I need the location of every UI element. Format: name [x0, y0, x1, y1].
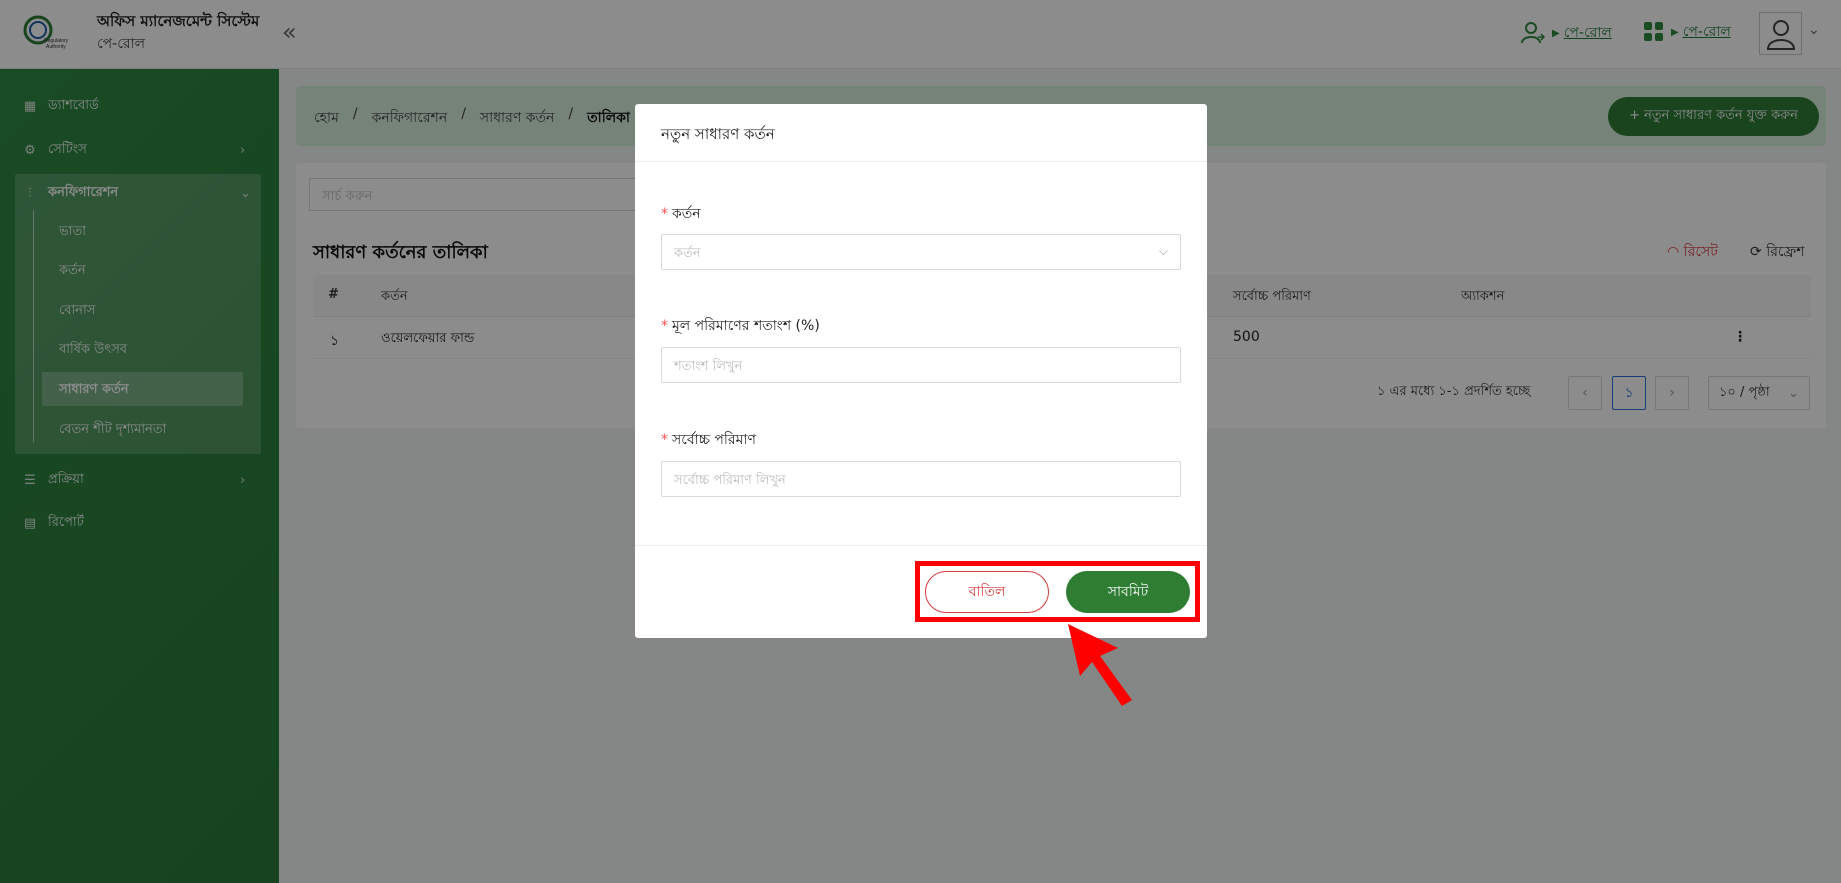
new-deduction-modal: নতুন সাধারণ কর্তন * কর্তন কর্তন ⌵ * মূল পর… [635, 104, 1207, 638]
max-amount-label-text: সর্বোচ্চ পরিমাণ [672, 432, 756, 448]
deduction-select-placeholder: কর্তন [674, 246, 701, 261]
deduction-select[interactable]: কর্তন ⌵ [661, 234, 1181, 270]
percentage-input[interactable]: শতাংশ লিখুন [661, 347, 1181, 383]
required-marker: * [661, 206, 668, 222]
max-amount-input[interactable]: সর্বোচ্চ পরিমাণ লিখুন [661, 461, 1181, 497]
modal-header-divider [635, 161, 1207, 162]
modal-title: নতুন সাধারণ কর্তন [661, 125, 775, 143]
required-marker: * [661, 432, 668, 448]
chevron-down-icon: ⌵ [1158, 244, 1168, 258]
max-amount-field-label: * সর্বোচ্চ পরিমাণ [661, 428, 756, 452]
annotation-arrow-icon [1068, 624, 1132, 706]
deduction-label-text: কর্তন [672, 206, 701, 222]
annotation-highlight-box [915, 561, 1200, 622]
modal-footer-divider [635, 545, 1207, 546]
deduction-field-label: * কর্তন [661, 202, 701, 226]
required-marker: * [661, 318, 668, 334]
percentage-label-text: মূল পরিমাণের শতাংশ (%) [672, 318, 820, 334]
percentage-field-label: * মূল পরিমাণের শতাংশ (%) [661, 314, 820, 338]
